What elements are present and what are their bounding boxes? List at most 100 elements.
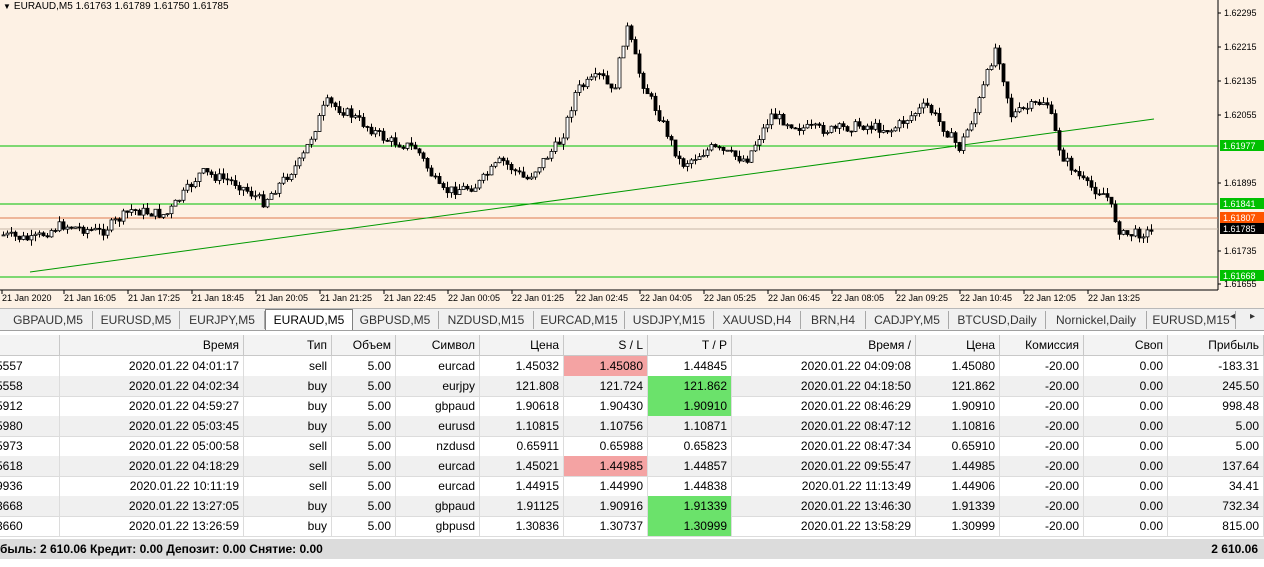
candle-body	[189, 183, 194, 188]
tab-usdjpy-m15[interactable]: USDJPY,M15	[625, 311, 714, 329]
candle-body	[1077, 170, 1082, 177]
candle-body	[265, 198, 270, 208]
candle-body	[133, 209, 138, 211]
table-cell: sell	[244, 356, 332, 376]
table-row[interactable]: 36682020.01.22 13:27:05buy5.00gbpaud1.91…	[0, 496, 1264, 517]
candle-body	[821, 124, 826, 134]
price-axis-tag: 1.61785	[1223, 224, 1256, 234]
tab-nornickel-daily[interactable]: Nornickel,Daily	[1046, 311, 1147, 329]
column-header[interactable]: Своп	[1084, 335, 1168, 355]
candle-body	[1001, 63, 1006, 83]
tab-btcusd-daily[interactable]: BTCUSD,Daily	[949, 311, 1046, 329]
candle-body	[313, 131, 318, 140]
table-cell: 121.862	[916, 376, 1000, 396]
table-cell: 1.10815	[480, 416, 564, 436]
table-row[interactable]: 59802020.01.22 05:03:45buy5.00eurusd1.10…	[0, 416, 1264, 437]
table-row[interactable]: 59732020.01.22 05:00:58sell5.00nzdusd0.6…	[0, 436, 1264, 457]
column-header[interactable]: Объем	[332, 335, 396, 355]
column-header[interactable]: Тип	[244, 335, 332, 355]
table-row[interactable]: 55582020.01.22 04:02:34buy5.00eurjpy121.…	[0, 376, 1264, 397]
column-header[interactable]: Время /	[732, 335, 916, 355]
tab-eurjpy-m5[interactable]: EURJPY,M5	[180, 311, 265, 329]
candle-body	[57, 221, 62, 232]
candle-body	[633, 39, 638, 55]
table-row[interactable]: 59122020.01.22 04:59:27buy5.00gbpaud1.90…	[0, 396, 1264, 417]
price-axis-label: 1.62055	[1224, 110, 1257, 120]
candle-body	[645, 88, 650, 95]
candle-body	[373, 130, 378, 135]
table-cell: 1.91339	[916, 496, 1000, 516]
candle-body	[141, 207, 146, 216]
tab-cadjpy-m5[interactable]: CADJPY,M5	[866, 311, 949, 329]
candle-body	[589, 76, 594, 80]
table-cell: 2020.01.22 11:13:49	[732, 476, 916, 496]
table-row[interactable]: 56182020.01.22 04:18:29sell5.00eurcad1.4…	[0, 456, 1264, 477]
table-row[interactable]: 36602020.01.22 13:26:59buy5.00gbpusd1.30…	[0, 516, 1264, 537]
column-header[interactable]: S / L	[564, 335, 648, 355]
candle-body	[733, 150, 738, 157]
tab-eurusd-m5[interactable]: EURUSD,M5	[93, 311, 180, 329]
candlestick-chart[interactable]: 1.62295 1.62215 1.62135 1.62055 1.61977 1.618…	[0, 0, 1264, 308]
tab-eurcad-m15[interactable]: EURCAD,M15	[534, 311, 625, 329]
candle-body	[45, 235, 50, 238]
tab-scroll-right-icon[interactable]: ▸	[1250, 311, 1255, 322]
price-chart[interactable]: 1.62295 1.62215 1.62135 1.62055 1.61977 1.618…	[0, 0, 1264, 309]
table-cell: 5557	[0, 356, 60, 376]
column-header[interactable]: Время	[60, 335, 244, 355]
tab-xauusd-h4[interactable]: XAUUSD,H4	[714, 311, 801, 329]
table-cell: 0.65911	[480, 436, 564, 456]
candle-body	[1121, 230, 1126, 235]
time-axis-label: 22 Jan 02:45	[576, 293, 628, 303]
chart-symbol-label: ▼ EURAUD,M5 1.61763 1.61789 1.61750 1.617…	[3, 1, 229, 12]
candle-body	[533, 171, 538, 178]
column-header[interactable]: Прибыль	[1168, 335, 1264, 355]
candle-body	[653, 95, 658, 111]
table-cell: 1.90618	[480, 396, 564, 416]
candle-body	[781, 114, 786, 126]
symbol-ohlc-text: EURAUD,M5 1.61763 1.61789 1.61750 1.6178…	[13, 1, 229, 12]
candle-body	[785, 124, 790, 127]
candle-body	[557, 141, 562, 145]
candle-body	[581, 84, 586, 88]
table-cell: 0.00	[1084, 396, 1168, 416]
candle-body	[437, 176, 442, 184]
candle-body	[501, 157, 506, 162]
candle-body	[205, 168, 210, 173]
candle-body	[657, 110, 662, 122]
candle-body	[161, 214, 166, 218]
candle-body	[725, 149, 730, 152]
tab-eurusd-m15[interactable]: EURUSD,M15	[1147, 311, 1236, 329]
column-header[interactable]: Символ	[396, 335, 480, 355]
tab-gbpaud-m5[interactable]: GBPAUD,M5	[4, 311, 93, 329]
candle-body	[525, 176, 530, 180]
candle-body	[1021, 107, 1026, 109]
column-header[interactable]: Комиссия	[1000, 335, 1084, 355]
table-cell: buy	[244, 376, 332, 396]
table-row[interactable]: 55572020.01.22 04:01:17sell5.00eurcad1.4…	[0, 356, 1264, 377]
price-axis-tag: 1.61841	[1223, 199, 1256, 209]
tab-gbpusd-m5[interactable]: GBPUSD,M5	[352, 311, 439, 329]
tab-euraud-m5[interactable]: EURAUD,M5	[265, 309, 353, 330]
column-header[interactable]: Цена	[916, 335, 1000, 355]
dropdown-triangle-icon[interactable]: ▼	[3, 2, 11, 11]
tab-scroll-left-icon[interactable]: ◂	[1230, 311, 1235, 322]
candle-body	[81, 226, 86, 234]
column-header[interactable]: Цена	[480, 335, 564, 355]
candle-body	[429, 167, 434, 177]
tab-brn-h4[interactable]: BRN,H4	[801, 311, 866, 329]
candle-body	[5, 232, 10, 236]
candle-body	[241, 186, 246, 191]
table-row[interactable]: 99362020.01.22 10:11:19sell5.00eurcad1.4…	[0, 476, 1264, 497]
tab-nzdusd-m15[interactable]: NZDUSD,M15	[439, 311, 534, 329]
table-cell: 0.00	[1084, 436, 1168, 456]
table-cell: 5.00	[332, 416, 396, 436]
candle-body	[61, 221, 66, 230]
column-header[interactable]	[0, 335, 60, 355]
candle-body	[13, 231, 18, 237]
time-axis-label: 21 Jan 2020	[2, 293, 52, 303]
candle-body	[737, 155, 742, 162]
column-header[interactable]: T / P	[648, 335, 732, 355]
candle-body	[485, 173, 490, 176]
table-cell: 0.00	[1084, 416, 1168, 436]
table-cell: gbpusd	[396, 516, 480, 536]
